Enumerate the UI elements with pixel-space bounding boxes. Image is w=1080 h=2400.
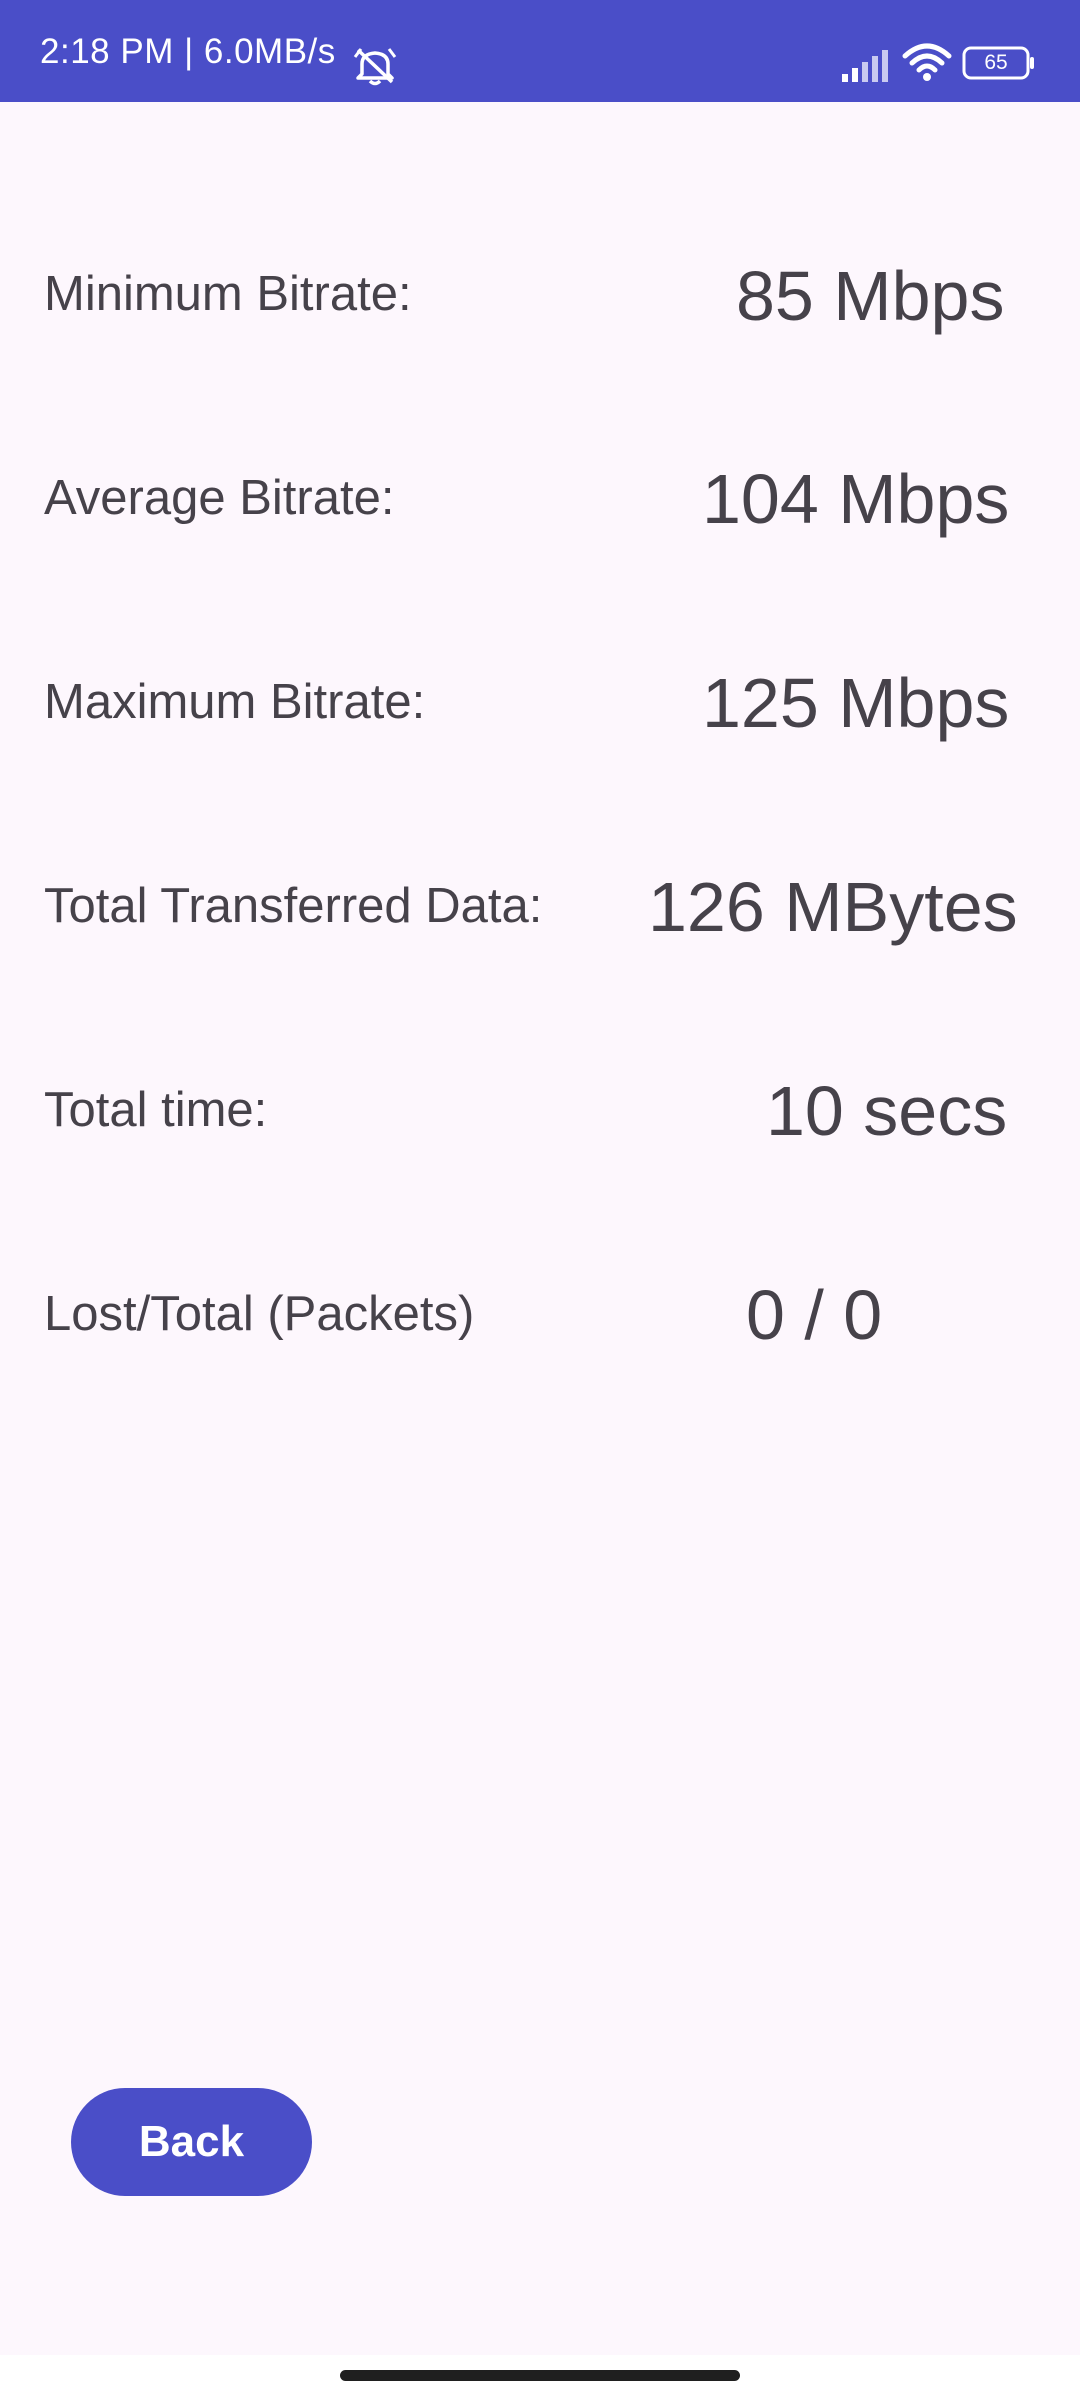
min-bitrate-label: Minimum Bitrate:	[44, 267, 412, 321]
home-indicator[interactable]	[340, 2370, 740, 2381]
min-bitrate-value: 85 Mbps	[736, 257, 1005, 335]
total-time-label: Total time:	[44, 1083, 268, 1137]
packets-label: Lost/Total (Packets)	[44, 1287, 475, 1341]
status-time-speed: 2:18 PM | 6.0MB/s	[40, 31, 336, 71]
signal-icon	[842, 50, 888, 82]
avg-bitrate-value: 104 Mbps	[702, 460, 1010, 538]
total-data-value: 126 MBytes	[648, 868, 1018, 946]
total-time-value: 10 secs	[766, 1072, 1008, 1150]
back-button[interactable]: Back	[71, 2088, 312, 2196]
battery-level: 65	[984, 51, 1008, 74]
total-data-label: Total Transferred Data:	[44, 879, 543, 933]
alarm-off-icon	[353, 48, 397, 86]
max-bitrate-label: Maximum Bitrate:	[44, 675, 426, 729]
max-bitrate-value: 125 Mbps	[702, 664, 1010, 742]
avg-bitrate-label: Average Bitrate:	[44, 471, 395, 525]
packets-value: 0 / 0	[746, 1276, 883, 1354]
status-bar: 2:18 PM | 6.0MB/s 65	[0, 0, 1080, 102]
wifi-icon	[902, 43, 952, 81]
